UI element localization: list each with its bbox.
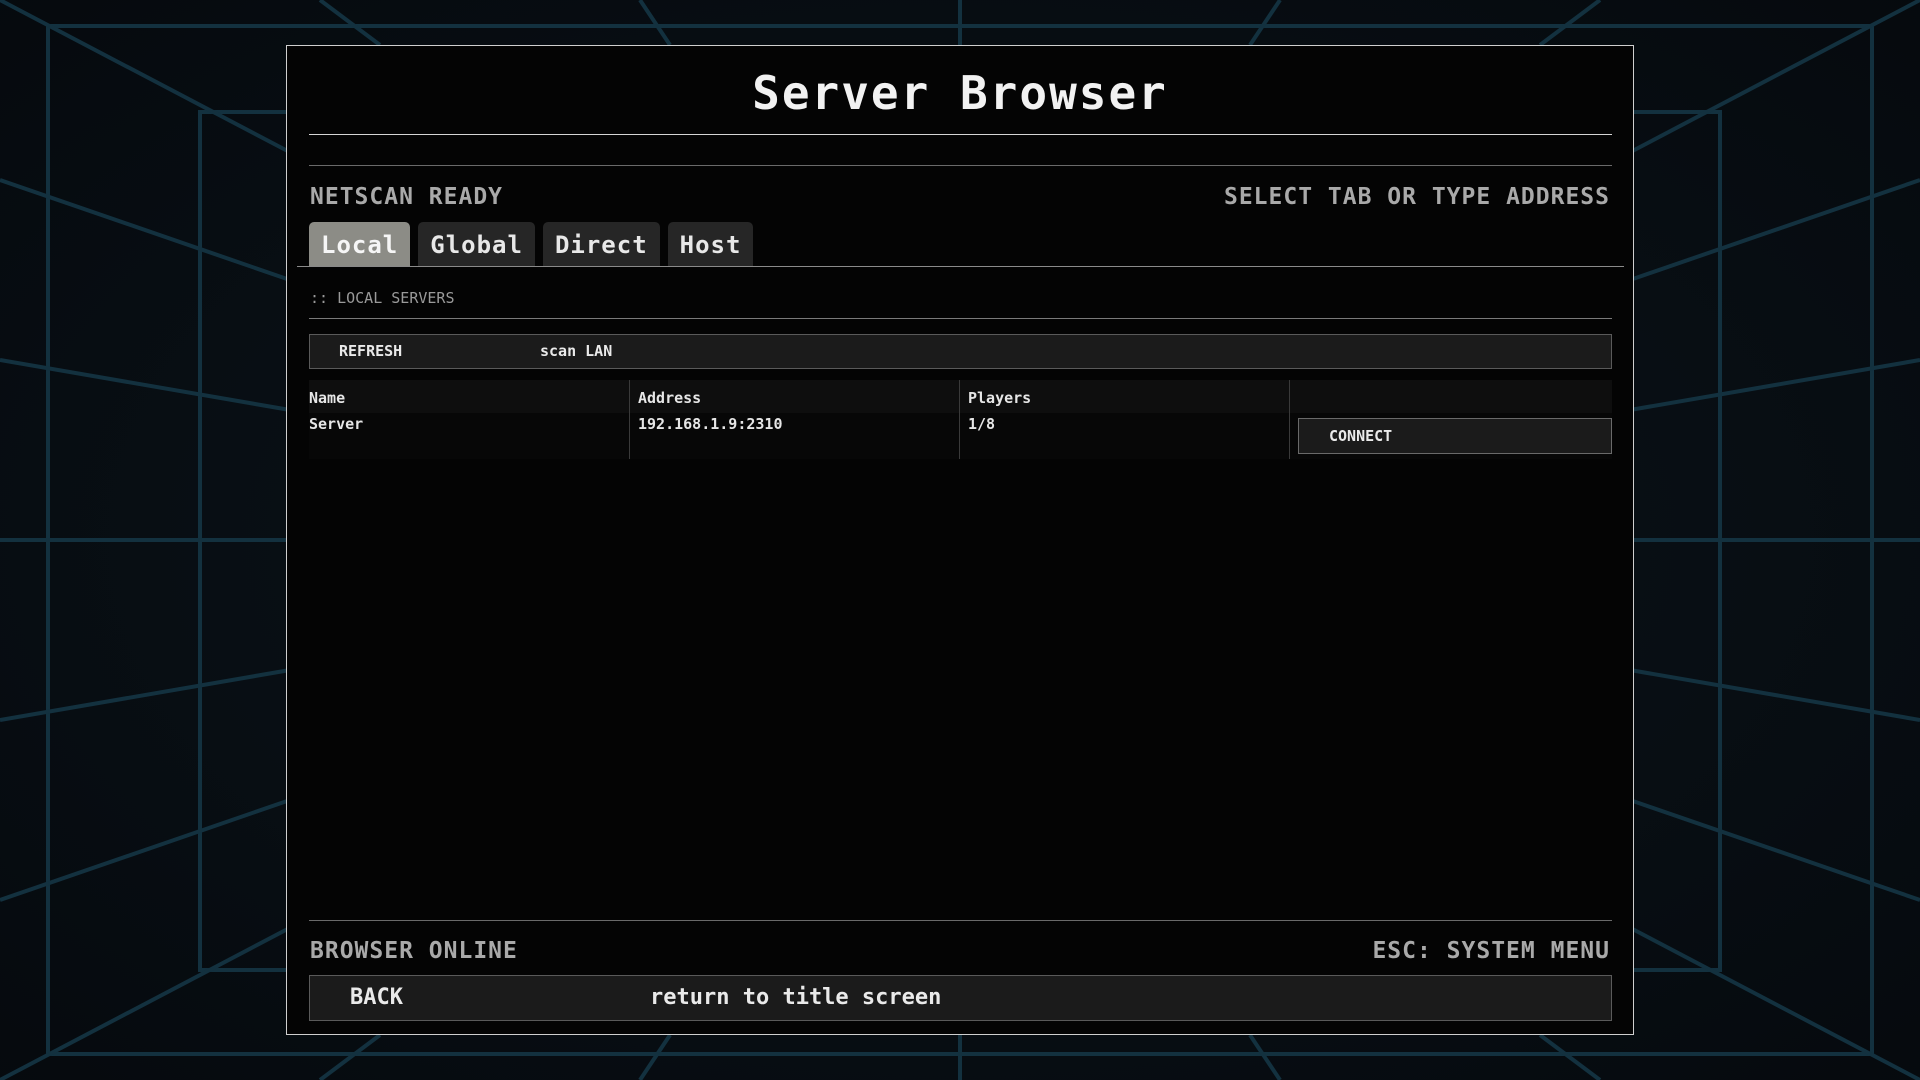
footer-divider [309,920,1612,921]
tab-global[interactable]: Global [418,222,535,266]
footer-status-right: ESC: SYSTEM MENU [1372,938,1610,964]
tab-host[interactable]: Host [667,222,754,266]
tab-bar: Local Global Direct Host [309,222,754,266]
column-action [1290,380,1612,413]
tab-local[interactable]: Local [309,222,411,266]
title-divider [309,134,1612,135]
server-players: 1/8 [960,413,1290,459]
status-right: SELECT TAB OR TYPE ADDRESS [1223,184,1610,210]
refresh-button[interactable]: REFRESH scan LAN [309,334,1612,369]
server-name: Server [309,413,630,459]
refresh-label: REFRESH [339,342,403,360]
section-label: :: LOCAL SERVERS [310,289,455,307]
table-row[interactable]: Server 192.168.1.9:2310 1/8 CONNECT [309,413,1612,459]
column-players: Players [960,380,1290,413]
tab-direct[interactable]: Direct [542,222,660,266]
header-divider [309,165,1612,166]
back-label: BACK [350,985,403,1010]
page-title: Server Browser [752,66,1168,120]
connect-button[interactable]: CONNECT [1298,418,1612,454]
back-description: return to title screen [650,985,942,1010]
action-cell: CONNECT [1290,413,1612,459]
server-table: Name Address Players Server 192.168.1.9:… [309,380,1612,459]
footer-status-left: BROWSER ONLINE [310,938,518,964]
status-left: NETSCAN READY [310,184,504,210]
table-header: Name Address Players [309,380,1612,413]
back-button[interactable]: BACK return to title screen [309,975,1612,1021]
column-address: Address [630,380,960,413]
server-address: 192.168.1.9:2310 [630,413,960,459]
column-name: Name [309,380,630,413]
tab-divider [297,266,1624,267]
section-divider [309,318,1612,319]
refresh-description: scan LAN [540,342,613,360]
